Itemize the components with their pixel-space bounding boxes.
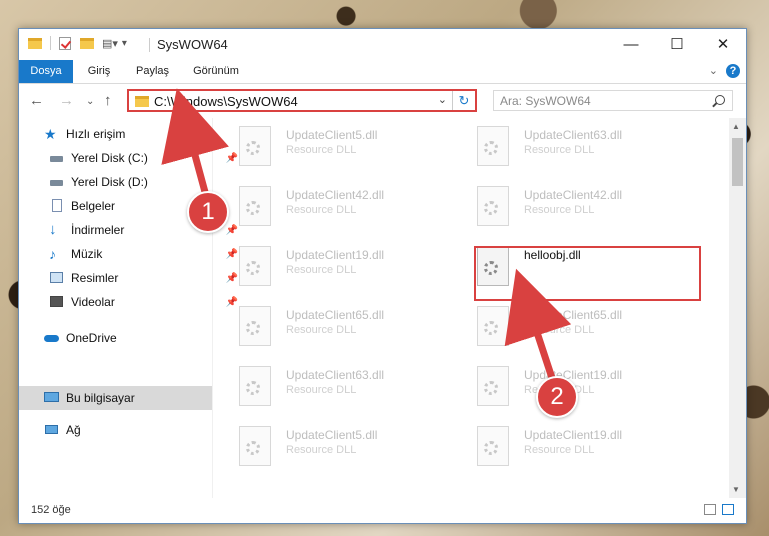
arrow-1	[161, 88, 229, 196]
annotation-arrows	[161, 88, 572, 382]
arrow-2	[504, 268, 572, 382]
step-2-badge: 2	[536, 376, 578, 418]
step-1-badge: 1	[187, 191, 229, 233]
